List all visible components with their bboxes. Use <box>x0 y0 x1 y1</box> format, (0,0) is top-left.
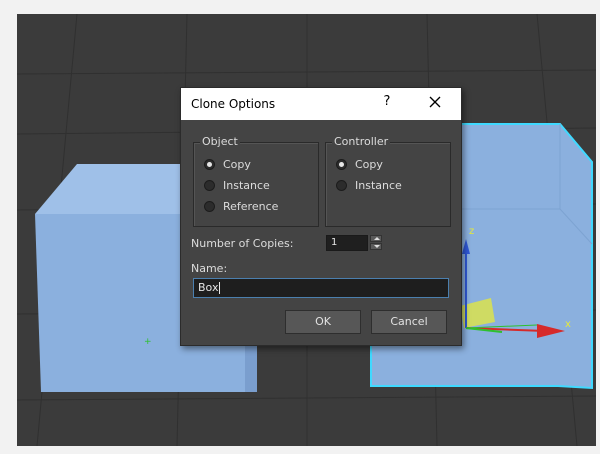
object-radio-instance[interactable]: Instance <box>204 178 270 192</box>
ok-button[interactable]: OK <box>285 310 361 334</box>
text-caret <box>219 282 221 294</box>
object-radio-reference[interactable]: Reference <box>204 199 278 213</box>
radio-selected-icon[interactable] <box>204 158 215 170</box>
name-input-value: Box <box>198 281 219 294</box>
copies-label: Number of Copies: <box>191 237 294 250</box>
controller-radio-copy[interactable]: Copy <box>336 157 383 171</box>
help-button[interactable]: ? <box>379 94 395 112</box>
object-group-label: Object <box>200 135 240 148</box>
close-icon[interactable] <box>425 92 445 112</box>
radio-icon[interactable] <box>336 179 347 191</box>
radio-label: Instance <box>355 178 402 192</box>
radio-label: Copy <box>223 157 251 171</box>
controller-radio-instance[interactable]: Instance <box>336 178 402 192</box>
clone-options-dialog: Clone Options ? Object Copy Instance Ref… <box>180 87 462 346</box>
spin-up-icon[interactable] <box>370 235 382 242</box>
pivot-marker: + <box>144 337 152 347</box>
object-radio-copy[interactable]: Copy <box>204 157 251 171</box>
dialog-titlebar[interactable]: Clone Options ? <box>181 88 461 120</box>
spin-down-icon[interactable] <box>370 243 382 250</box>
radio-icon[interactable] <box>204 179 215 191</box>
name-label: Name: <box>191 262 228 275</box>
radio-label: Instance <box>223 178 270 192</box>
copies-input[interactable]: 1 <box>326 235 368 251</box>
radio-icon[interactable] <box>204 200 215 212</box>
screenshot-frame: z x + Clone Options ? Object Copy Instan… <box>0 0 600 454</box>
gizmo-z-label: z <box>469 226 474 237</box>
radio-label: Copy <box>355 157 383 171</box>
dialog-title: Clone Options <box>191 97 276 111</box>
gizmo-x-label: x <box>565 319 571 330</box>
name-input[interactable]: Box <box>193 278 449 298</box>
radio-selected-icon[interactable] <box>336 158 347 170</box>
radio-label: Reference <box>223 199 279 213</box>
object-group: Object Copy Instance Reference <box>193 135 319 227</box>
cancel-button[interactable]: Cancel <box>371 310 447 334</box>
controller-group-label: Controller <box>332 135 391 148</box>
controller-group: Controller Copy Instance <box>325 135 451 227</box>
copies-spinner[interactable]: 1 <box>326 235 382 251</box>
